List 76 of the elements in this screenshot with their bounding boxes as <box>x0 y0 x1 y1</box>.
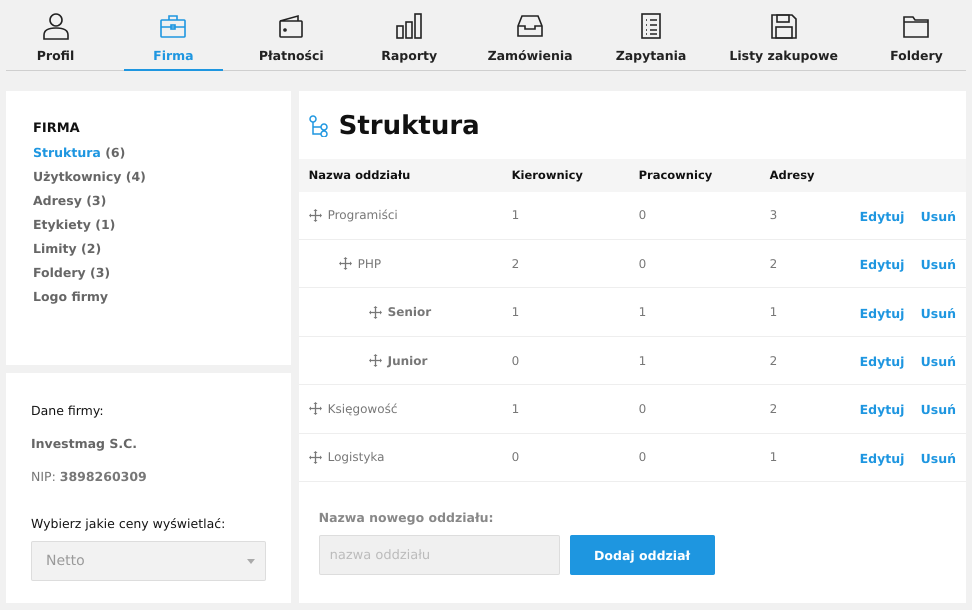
table-cell-text: 1 <box>512 305 520 320</box>
table-cell-text: 2 <box>770 402 778 416</box>
nav-tab[interactable]: Firma <box>124 0 223 71</box>
column-header: Nazwa oddziału <box>308 168 412 182</box>
tree-structure-icon <box>308 115 329 137</box>
table-cell-text: 1 <box>770 450 778 464</box>
table-cell-text: 0 <box>638 402 648 416</box>
sidebar-link[interactable]: Struktura (6) <box>33 145 264 160</box>
sidebar-link[interactable]: Limity (2) <box>33 241 264 256</box>
table-cell-text: 1 <box>512 208 520 222</box>
move-icon[interactable] <box>338 257 352 270</box>
department-name: Junior <box>388 354 428 368</box>
table-cell-text: 0 <box>512 354 520 368</box>
edit-link[interactable]: Edytuj <box>860 306 904 321</box>
table-cell-text: 0 <box>638 256 648 271</box>
caret-icon <box>246 558 255 564</box>
page-title: Struktura <box>338 111 480 141</box>
sidebar-link[interactable]: Etykiety (1) <box>33 217 264 232</box>
section-heading: FIRMA <box>33 121 81 136</box>
edit-link[interactable]: Edytuj <box>860 450 904 466</box>
table-cell-text: 3 <box>770 208 778 222</box>
price-label: Wybierz jakie ceny wyświetlać: <box>31 516 226 531</box>
nav-tab[interactable]: Listy zakupowe <box>719 0 848 71</box>
department-name: Senior <box>388 305 432 320</box>
table-cell-text: 1 <box>512 402 520 416</box>
delete-link[interactable]: Usuń <box>920 450 956 466</box>
table-cell-text: 1 <box>638 305 648 320</box>
table-cell-text: 2 <box>770 354 778 368</box>
table-cell-text: 2 <box>512 256 520 271</box>
person-icon <box>40 12 70 40</box>
nav-tab[interactable]: Zamówienia <box>478 0 583 71</box>
delete-link[interactable]: Usuń <box>920 402 956 418</box>
move-icon[interactable] <box>308 402 322 416</box>
add-department-button[interactable]: Dodaj oddział <box>570 535 715 576</box>
nav-tab[interactable]: Profil <box>6 0 105 71</box>
nav-tab[interactable]: Płatności <box>242 0 341 71</box>
edit-link[interactable]: Edytuj <box>860 257 904 272</box>
bar-chart-icon <box>394 12 424 40</box>
move-icon[interactable] <box>368 354 382 368</box>
table-cell-text: 0 <box>638 450 648 464</box>
company-heading: Dane firmy: <box>31 403 105 418</box>
table-cell-text: 1 <box>638 354 648 368</box>
price-select[interactable]: Netto <box>31 541 266 581</box>
delete-link[interactable]: Usuń <box>920 354 956 370</box>
nav-tab[interactable]: Foldery <box>866 0 966 71</box>
move-icon[interactable] <box>308 208 322 222</box>
company-name: Investmag S.C. <box>31 436 138 451</box>
edit-link[interactable]: Edytuj <box>860 402 904 418</box>
department-name: Programiści <box>328 208 398 222</box>
tax-number: NIP: 3898260309 <box>31 469 148 484</box>
table-cell-text: 2 <box>770 256 778 271</box>
sidebar-link[interactable]: Adresy (3) <box>33 193 264 208</box>
sidebar-link[interactable]: Logo firmy <box>33 289 264 304</box>
inbox-icon <box>515 12 546 40</box>
delete-link[interactable]: Usuń <box>920 257 956 272</box>
nav-tab[interactable]: Raporty <box>360 0 459 71</box>
sidebar-link[interactable]: Foldery (3) <box>33 265 264 280</box>
field-label: Nazwa nowego oddziału: <box>318 510 495 526</box>
sidebar-link[interactable]: Użytkownicy (4) <box>33 169 264 184</box>
department-name: PHP <box>358 256 382 271</box>
department-name: Logistyka <box>328 450 385 464</box>
edit-link[interactable]: Edytuj <box>860 354 904 370</box>
briefcase-icon <box>158 12 188 40</box>
table-cell-text: 1 <box>770 305 778 320</box>
table-cell-text: 0 <box>512 450 520 464</box>
department-name: Księgowość <box>328 402 398 416</box>
move-icon[interactable] <box>308 450 322 464</box>
column-header: Kierownicy <box>512 168 584 182</box>
move-icon[interactable] <box>368 306 382 319</box>
delete-link[interactable]: Usuń <box>920 208 956 224</box>
table-cell-text: 0 <box>638 208 648 222</box>
edit-link[interactable]: Edytuj <box>860 208 904 224</box>
delete-link[interactable]: Usuń <box>920 306 956 321</box>
column-header: Adresy <box>770 168 816 182</box>
nav-tab[interactable]: Zapytania <box>602 0 700 71</box>
column-header: Pracownicy <box>638 168 714 182</box>
